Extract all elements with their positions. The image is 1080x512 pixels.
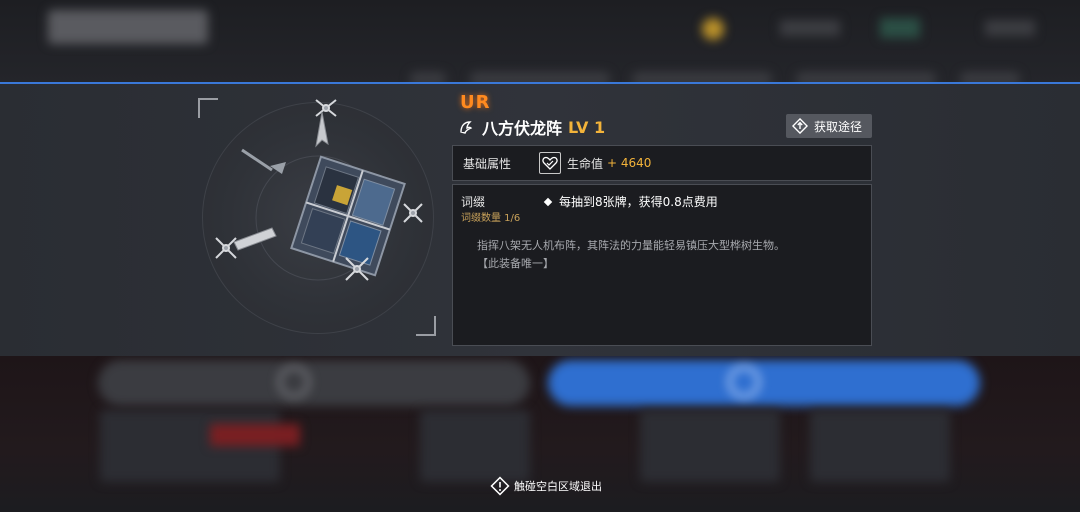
item-level: LV 1 [568, 117, 606, 137]
background-resource [985, 20, 1035, 36]
background-card [420, 410, 530, 482]
unique-note: 【此装备唯一】 [477, 257, 554, 270]
acquire-source-button[interactable]: 获取途径 [786, 114, 872, 138]
stat-value: + 4640 [607, 156, 652, 170]
rarity-badge: UR [460, 92, 491, 113]
warning-diamond-icon [490, 476, 510, 496]
affix-title: 词缀 [461, 195, 486, 209]
item-title-row: 八方伏龙阵 LV 1 [458, 116, 605, 138]
exit-hint[interactable]: 触碰空白区域退出 [490, 476, 602, 496]
background-logo [48, 10, 208, 44]
background-card [640, 410, 780, 482]
base-stats-label: 基础属性 [463, 156, 512, 171]
diamond-arrow-icon [792, 118, 808, 134]
affix-box: 词缀 词缀数量 1/6 每抽到8张牌，获得0.8点费用 指挥八架无人机布阵，其阵… [452, 184, 872, 346]
heart-icon [539, 152, 561, 174]
background-confirm-button [548, 360, 980, 406]
background-cancel-button [98, 360, 530, 406]
acquire-source-label: 获取途径 [814, 119, 863, 134]
item-image-frame [198, 98, 436, 336]
background-card [810, 410, 950, 482]
background-card [100, 410, 280, 482]
background-resource [880, 18, 920, 38]
background-coin-icon [702, 18, 724, 40]
background-button-icon [728, 366, 760, 398]
stat-name: 生命值 [567, 156, 604, 171]
affix-effect-text: 每抽到8张牌，获得0.8点费用 [559, 195, 718, 209]
item-name: 八方伏龙阵 [482, 119, 563, 138]
affix-effect: 每抽到8张牌，获得0.8点费用 [543, 193, 718, 210]
description-text: 指挥八架无人机布阵，其阵法的力量能轻易镇压大型桦树生物。 [477, 239, 785, 252]
base-stats-box: 基础属性 生命值 + 4640 [452, 145, 872, 181]
exit-hint-text: 触碰空白区域退出 [514, 480, 602, 493]
background-button-icon [278, 366, 310, 398]
bullet-diamond-icon [543, 197, 553, 206]
drone-formation-icon [215, 99, 423, 281]
background-card-highlight [210, 424, 300, 446]
item-description: 指挥八架无人机布阵，其阵法的力量能轻易镇压大型桦树生物。 【此装备唯一】 [477, 237, 785, 273]
equipment-type-icon [460, 121, 473, 134]
affix-count: 词缀数量 1/6 [461, 213, 521, 224]
background-resource [780, 20, 840, 36]
